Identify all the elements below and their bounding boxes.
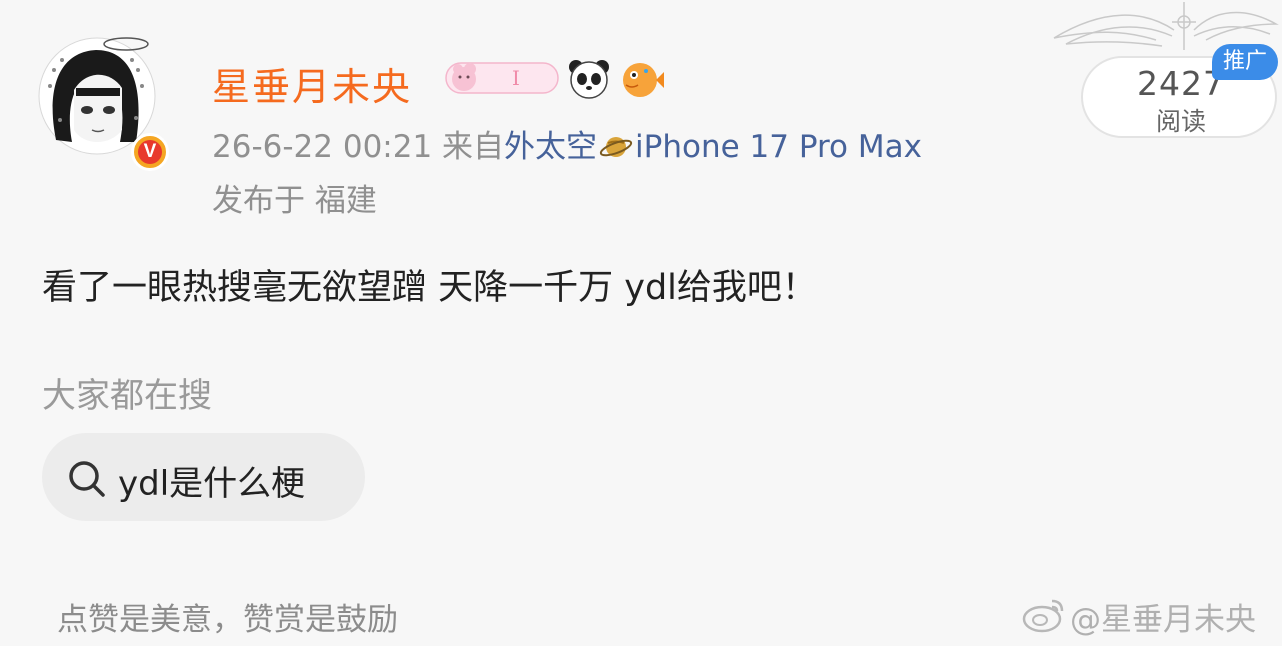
post-location: 发布于 福建 (212, 183, 377, 219)
footer-reward-text: 点赞是美意，赞赏是鼓励 (57, 602, 398, 638)
promo-tag[interactable]: 推广 (1212, 44, 1278, 80)
search-icon (67, 459, 107, 503)
panda-icon (569, 60, 609, 99)
post-meta: 26-6-22 00:21 来自外太空 iPhone 17 Pro Max (212, 121, 922, 171)
user-badges: I (444, 55, 666, 99)
trending-search-title: 大家都在搜 (42, 376, 212, 416)
device-name[interactable]: iPhone 17 Pro Max (635, 129, 922, 165)
weibo-logo-icon (1022, 595, 1066, 637)
username[interactable]: 星垂月未央 (212, 56, 412, 111)
post-timestamp: 26-6-22 00:21 (212, 129, 433, 165)
post-body-text: 看了一眼热搜毫无欲望蹭 天降一千万 ydl给我吧！ (42, 268, 817, 308)
source-link[interactable]: 外太空 (504, 129, 597, 165)
svg-text:I: I (512, 66, 520, 90)
verified-badge-letter: V (138, 140, 162, 164)
read-label: 阅读 (1155, 107, 1206, 136)
verified-badge: V (131, 133, 169, 171)
source-prefix: 来自 (442, 129, 505, 165)
saturn-planet-icon (599, 131, 633, 171)
pink-bear-badge: I (445, 62, 559, 94)
search-chip-label: ydl是什么梗 (118, 464, 306, 504)
watermark-text: @星垂月未央 (1070, 602, 1256, 638)
trending-search-chip[interactable]: ydl是什么梗 (42, 433, 365, 521)
pufferfish-icon (623, 63, 664, 97)
